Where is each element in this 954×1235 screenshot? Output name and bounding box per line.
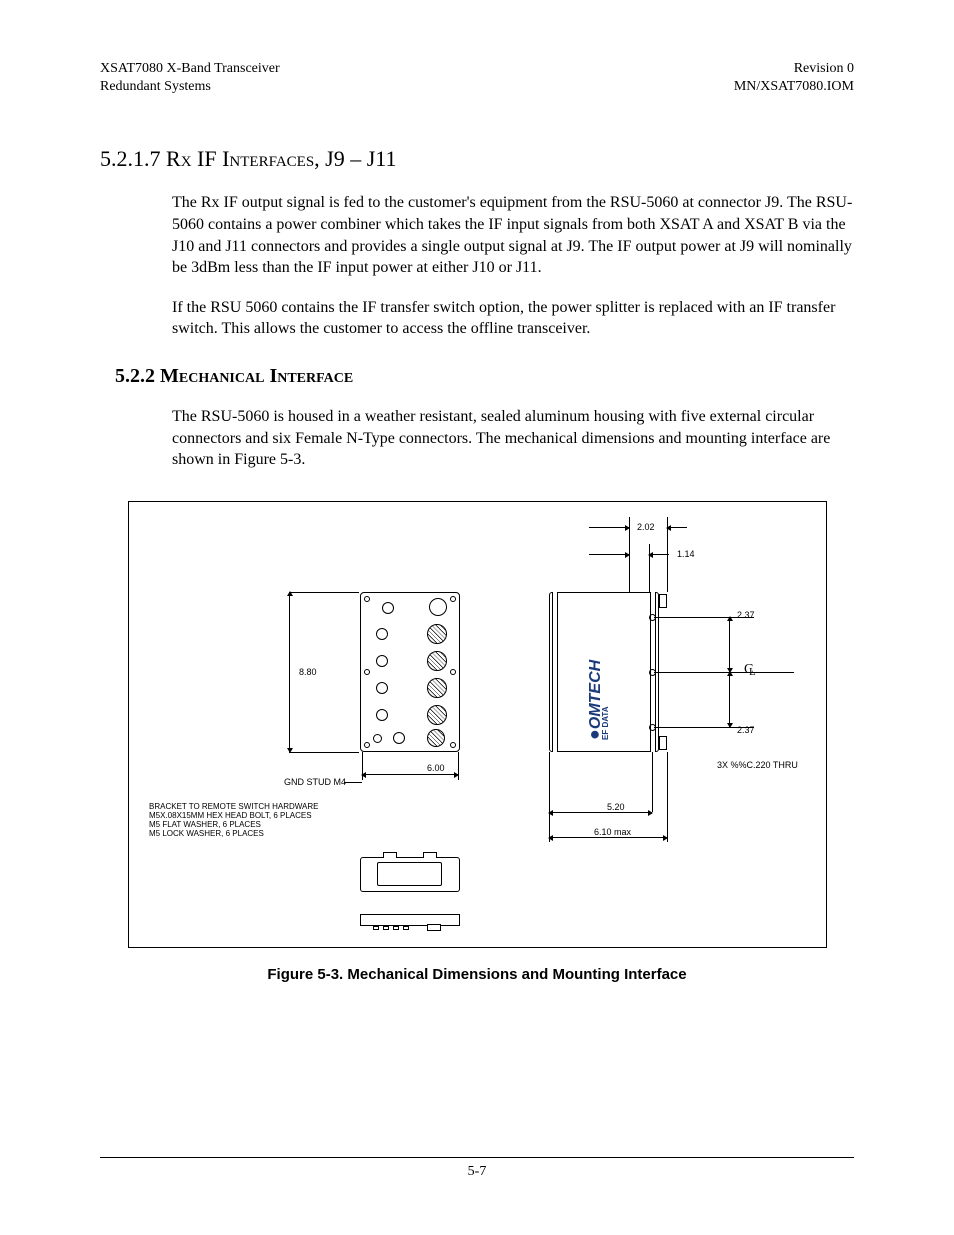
screw-icon xyxy=(364,669,370,675)
unit-bottom-view xyxy=(360,914,460,926)
connector-icon xyxy=(376,628,388,640)
figure-frame: 8.80 6.00 GND STUD M4 BRACKET TO REMOTE … xyxy=(128,501,827,948)
port-icon xyxy=(403,926,409,930)
tab-icon xyxy=(659,736,667,750)
tab-icon xyxy=(659,594,667,608)
header-docnum: MN/XSAT7080.IOM xyxy=(734,78,854,96)
connector-icon xyxy=(427,624,447,644)
page-footer: 5-7 xyxy=(100,1157,854,1180)
connector-icon xyxy=(376,709,388,721)
dim-label: 1.14 xyxy=(677,549,695,559)
paragraph: If the RSU 5060 contains the IF transfer… xyxy=(172,297,854,340)
dim-label: 6.00 xyxy=(427,763,445,773)
figure-5-3: 8.80 6.00 GND STUD M4 BRACKET TO REMOTE … xyxy=(128,501,826,983)
dim-label: 2.02 xyxy=(637,522,655,532)
connector-icon xyxy=(427,651,447,671)
bump-icon xyxy=(383,852,397,858)
dim-label: 6.10 max xyxy=(594,827,631,837)
header-revision: Revision 0 xyxy=(734,60,854,78)
screw-icon xyxy=(364,596,370,602)
paragraph: The RSU-5060 is housed in a weather resi… xyxy=(172,406,854,471)
bracket-note: BRACKET TO REMOTE SWITCH HARDWARE M5X.08… xyxy=(149,802,319,839)
page-number: 5-7 xyxy=(468,1164,487,1179)
bump-icon xyxy=(423,852,437,858)
section-heading-mechanical: 5.2.2 Mechanical Interface xyxy=(115,365,854,388)
port-icon xyxy=(373,926,379,930)
section-heading-rx-if: 5.2.1.7 Rx IF Interfaces, J9 – J11 xyxy=(100,146,854,172)
screw-icon xyxy=(364,742,370,748)
screw-icon xyxy=(450,742,456,748)
thru-note: 3X %%C.220 THRU xyxy=(717,760,798,770)
port-icon xyxy=(393,926,399,930)
connector-icon xyxy=(429,598,447,616)
figure-caption: Figure 5-3. Mechanical Dimensions and Mo… xyxy=(128,966,826,983)
efdata-logo: EF DATA xyxy=(601,706,610,739)
screw-icon xyxy=(450,669,456,675)
connector-icon xyxy=(427,729,445,747)
panel-icon xyxy=(377,862,442,886)
port-icon xyxy=(427,924,441,931)
page-header: XSAT7080 X-Band Transceiver Redundant Sy… xyxy=(100,60,854,96)
paragraph: The Rx IF output signal is fed to the cu… xyxy=(172,192,854,278)
port-icon xyxy=(383,926,389,930)
header-subtitle: Redundant Systems xyxy=(100,78,280,96)
dim-label: 2.37 xyxy=(737,610,755,620)
dim-label: 5.20 xyxy=(607,802,625,812)
connector-icon xyxy=(376,655,388,667)
dim-label: 2.37 xyxy=(737,725,755,735)
connector-icon xyxy=(393,732,405,744)
unit-top-view xyxy=(360,592,460,752)
gnd-stud-icon xyxy=(373,734,382,743)
connector-icon xyxy=(427,678,447,698)
dim-label: 8.80 xyxy=(299,667,317,677)
gnd-stud-label: GND STUD M4 xyxy=(284,777,346,787)
connector-icon xyxy=(427,705,447,725)
connector-icon xyxy=(376,682,388,694)
header-product: XSAT7080 X-Band Transceiver xyxy=(100,60,280,78)
screw-icon xyxy=(450,596,456,602)
connector-icon xyxy=(382,602,394,614)
rail-icon xyxy=(552,592,558,752)
